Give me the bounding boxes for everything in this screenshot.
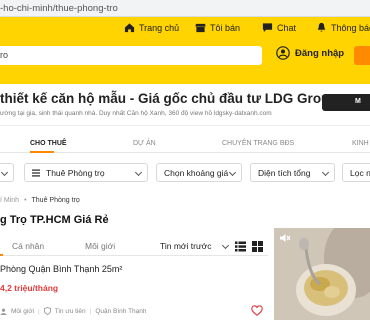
listing-location: Quận Bình Thạnh [95, 307, 147, 315]
tab-personal[interactable]: Cá nhân [12, 241, 44, 251]
url-text: -ho-chi-minh/thue-phong-tro [0, 3, 118, 14]
seller-type-tabs: Cá nhân Môi giới Tin mới trước [0, 238, 268, 256]
page-title: g Trọ TP.HCM Giá Rẻ [0, 214, 109, 226]
banner-button-label: M [355, 98, 361, 105]
filter-area-label: Diện tích tổng [258, 168, 311, 178]
shield-icon [43, 307, 51, 315]
chevron-down-icon [221, 241, 230, 250]
listing-seller: Môi giới [11, 307, 35, 315]
filter-price[interactable]: Chọn khoảng giá [156, 163, 242, 182]
breadcrumb-parent[interactable]: í Minh [0, 197, 19, 204]
mute-icon[interactable] [279, 233, 291, 243]
menu-icon [32, 169, 40, 177]
listing-priority: Tin ưu tiên [54, 307, 86, 315]
shop-icon [195, 23, 206, 33]
category-tabs: CHO THUÊ DỰ ÁN CHUYÊN TRANG BĐS KINH [0, 137, 370, 153]
nav-home[interactable]: Trang chủ [124, 22, 179, 33]
ad-banner[interactable]: thiết kế căn hộ mẫu - Giá gốc chủ đầu tư… [0, 84, 370, 126]
tab-real-estate[interactable]: CHUYÊN TRANG BĐS [222, 140, 294, 147]
chevron-down-icon [134, 168, 143, 177]
nav-sell[interactable]: Tôi bán [195, 22, 240, 33]
home-icon [124, 23, 135, 33]
grid-view-icon[interactable] [252, 241, 263, 252]
listing-meta: Môi giới | Tin ưu tiên | Quận Bình Thạnh [0, 307, 147, 315]
login-label: Đăng nhập [295, 47, 345, 59]
sort-dropdown[interactable]: Tin mới trước [160, 241, 211, 251]
chevron-down-icon [228, 168, 237, 177]
nav-chat[interactable]: Chat [262, 22, 296, 33]
filter-location[interactable] [0, 163, 14, 182]
list-view-icon[interactable] [235, 241, 246, 252]
nav-notifications-label: Thông báo [331, 22, 370, 33]
user-icon [276, 46, 290, 60]
search-input[interactable]: ro [0, 46, 262, 65]
active-sub-tab-underline [0, 254, 3, 256]
nav-notifications[interactable]: Thông báo [316, 22, 370, 33]
breadcrumb-current: Thuê Phòng trọ [31, 197, 80, 204]
breadcrumb-separator: • [24, 197, 27, 204]
active-tab-underline [30, 151, 54, 153]
filter-advanced[interactable]: Lọc nâ [342, 163, 370, 182]
tab-projects[interactable]: DỰ ÁN [133, 140, 156, 147]
filter-category-label: Thuê Phòng trọ [46, 168, 105, 178]
filter-price-label: Chọn khoảng giá [164, 168, 229, 178]
tab-broker[interactable]: Môi giới [85, 241, 115, 251]
banner-button[interactable]: M [322, 94, 370, 111]
listing-title[interactable]: Phòng Quận Bình Thạnh 25m² [0, 264, 122, 274]
site-header: Trang chủ Tôi bán Chat Thông báo ro Đăng… [0, 17, 370, 84]
top-nav: Trang chủ Tôi bán Chat Thông báo [0, 22, 370, 40]
chevron-down-icon [321, 168, 330, 177]
banner-subtitle: ường tại gia, sinh thái quanh nhà. Duy n… [0, 110, 272, 117]
login-button[interactable]: Đăng nhập [276, 46, 344, 60]
listing-price: 4,2 triệu/tháng [0, 283, 59, 293]
nav-home-label: Trang chủ [139, 22, 180, 33]
filter-category[interactable]: Thuê Phòng trọ [24, 163, 148, 182]
breadcrumb: í Minh • Thuê Phòng trọ [0, 197, 80, 204]
filter-area[interactable]: Diện tích tổng [250, 163, 335, 182]
filter-bar: Thuê Phòng trọ Chọn khoảng giá Diện tích… [0, 163, 370, 183]
nav-chat-label: Chat [277, 22, 297, 33]
user-icon [0, 308, 7, 315]
bell-icon [317, 22, 326, 32]
nav-sell-label: Tôi bán [210, 22, 241, 33]
tab-kinh[interactable]: KINH [352, 140, 369, 147]
post-listing-button[interactable] [354, 46, 370, 65]
chevron-down-icon [0, 168, 9, 177]
tab-rent[interactable]: CHO THUÊ [30, 140, 67, 147]
search-text: ro [0, 50, 9, 60]
filter-advanced-label: Lọc nâ [350, 168, 370, 178]
chat-icon [262, 23, 273, 33]
banner-title: thiết kế căn hộ mẫu - Giá gốc chủ đầu tư… [0, 91, 338, 106]
heart-icon[interactable] [251, 305, 263, 316]
listing-video-thumbnail[interactable] [274, 228, 370, 320]
browser-url-bar[interactable]: -ho-chi-minh/thue-phong-tro [0, 0, 370, 17]
